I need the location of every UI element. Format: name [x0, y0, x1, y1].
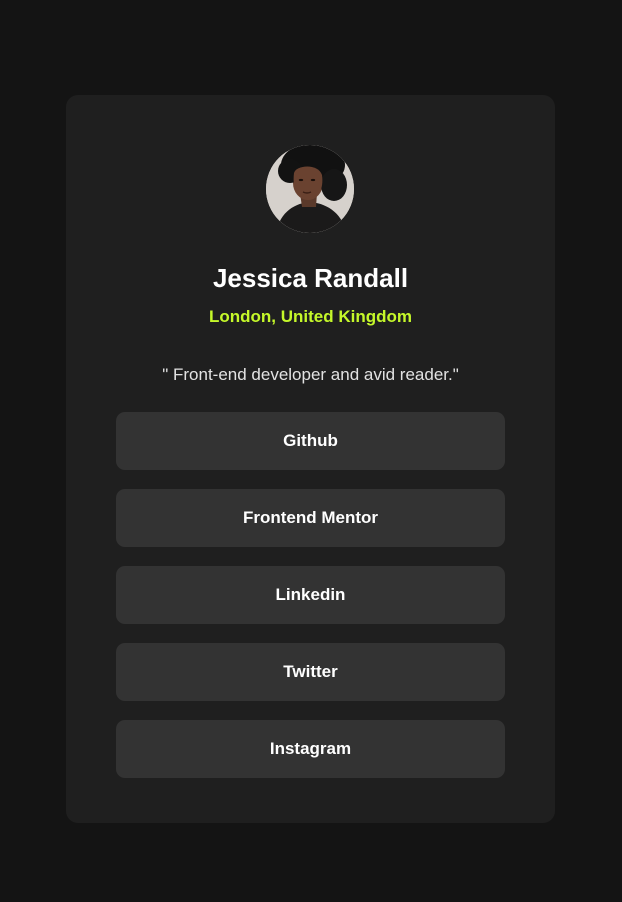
frontend-mentor-link-button[interactable]: Frontend Mentor	[116, 489, 505, 547]
github-link-button[interactable]: Github	[116, 412, 505, 470]
profile-location: London, United Kingdom	[208, 307, 412, 326]
profile-card: Jessica Randall London, United Kingdom "…	[66, 95, 555, 823]
social-links: Github Frontend Mentor Linkedin Twitter …	[116, 412, 505, 778]
linkedin-link-button[interactable]: Linkedin	[116, 566, 505, 624]
instagram-link-button[interactable]: Instagram	[116, 720, 505, 778]
avatar-photo	[266, 145, 354, 233]
profile-bio: " Front-end developer and avid reader."	[162, 365, 459, 384]
twitter-link-button[interactable]: Twitter	[116, 643, 505, 701]
avatar	[266, 145, 354, 233]
profile-name: Jessica Randall	[212, 263, 409, 293]
